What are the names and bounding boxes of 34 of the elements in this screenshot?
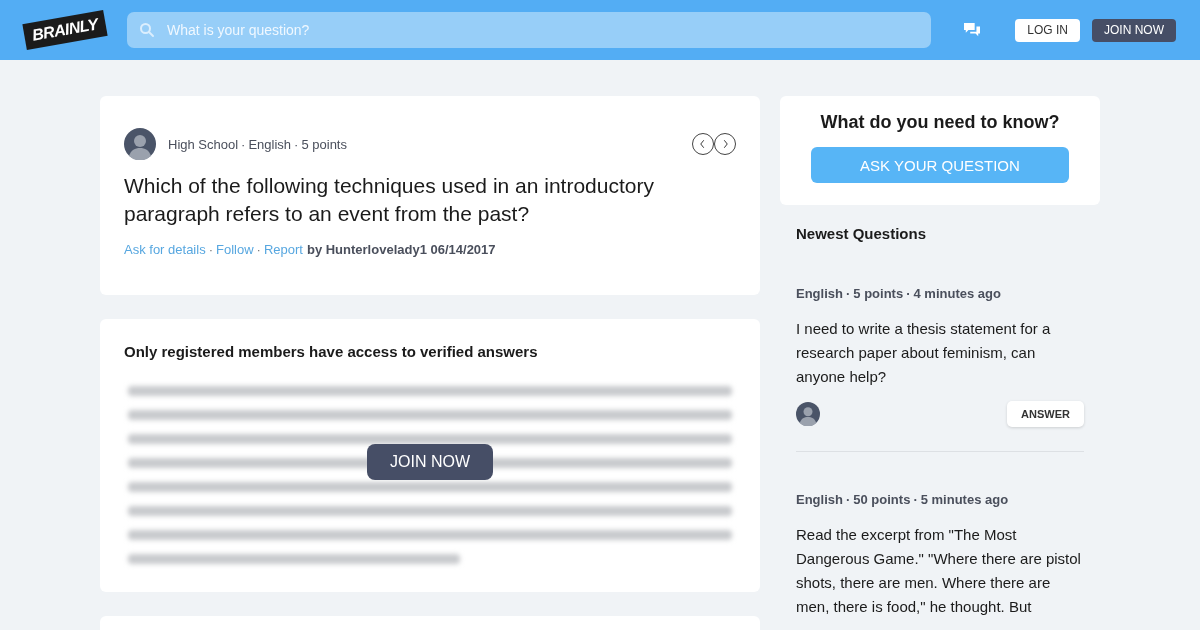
avatar-icon [124, 128, 156, 160]
separator-dot: · [241, 136, 246, 152]
meta-text: English [248, 136, 292, 152]
ask-title: What do you need to know? [819, 112, 1061, 133]
separator-dot: · [845, 286, 851, 301]
meta-text: 50 points [853, 492, 911, 507]
question-text[interactable]: I need to write a thesis statement for a research paper about feminism, can anyone help? [796, 317, 1084, 389]
avatar-icon [796, 402, 820, 426]
logo[interactable]: BRAINLY [22, 10, 108, 50]
login-button[interactable]: LOG IN [1015, 18, 1080, 42]
meta-text: English [796, 492, 843, 507]
meta-text: 5 points [853, 286, 904, 301]
separator-dot: · [906, 286, 911, 301]
separator-dot: · [208, 242, 213, 257]
join-button[interactable]: JOIN NOW [367, 444, 493, 480]
search-field[interactable]: What is your question? [127, 12, 932, 48]
locked-notice: Only registered members have access to verified answers [124, 343, 539, 360]
question-text[interactable]: Read the excerpt from "The Most Dangerous Game." "Where there are pistol shots, there are men. Where there are men, there is food," he thought. But [796, 523, 1084, 619]
section-title: Newest Questions [796, 225, 928, 242]
join-button[interactable]: JOIN NOW [1092, 18, 1176, 42]
meta-text: 4 minutes ago [913, 286, 1001, 301]
meta-text: English [796, 286, 843, 301]
meta-text: 5 points [301, 136, 347, 152]
chevron-right-icon [723, 139, 728, 149]
separator-dot: · [913, 492, 918, 507]
separator-dot: · [845, 492, 851, 507]
meta-text: High School [168, 136, 239, 152]
meta-text: 5 minutes ago [920, 492, 1009, 507]
author-info: by Hunterlovelady1 06/14/2017 [306, 242, 496, 257]
separator-dot: · [256, 242, 261, 257]
chevron-left-icon [700, 139, 705, 149]
separator-dot: · [294, 136, 299, 152]
question-title: Which of the following techniques used in an introductory paragraph refers to an event from the past? [124, 173, 655, 227]
answer-button[interactable]: ANSWER [1007, 401, 1084, 427]
